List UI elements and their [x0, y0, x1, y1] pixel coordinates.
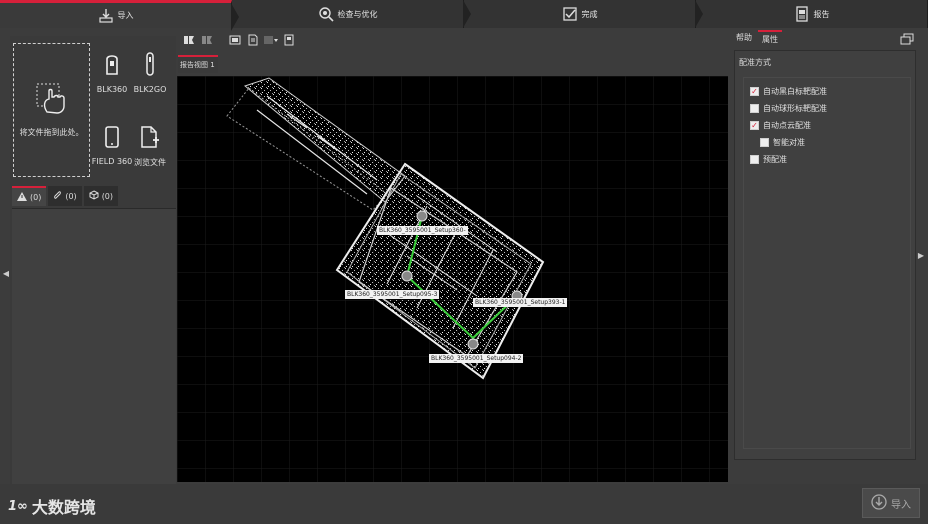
device-label: FIELD 360: [91, 157, 133, 166]
collapse-left-icon[interactable]: ◀: [2, 266, 10, 280]
import-button[interactable]: 导入: [862, 488, 920, 518]
import-panel: 将文件拖到此处。 BLK360 BLK2GO FIELD 360 浏览文件 (0…: [10, 36, 176, 484]
tab-objects[interactable]: (0): [83, 186, 119, 206]
registration-options: ✓ 自动黑白标靶配准 自动球形标靶配准 ✓ 自动点云配准 智能对准 预配准: [743, 77, 911, 449]
add-file-icon: [140, 126, 160, 151]
bottom-bar: [0, 484, 928, 524]
right-tab-bar: 帮助 属性: [732, 30, 782, 48]
report-icon: [794, 6, 810, 22]
import-list: [12, 208, 176, 484]
option-pre-registration[interactable]: 预配准: [750, 154, 787, 165]
blk2go-icon: [144, 52, 156, 79]
checkbox[interactable]: [750, 155, 759, 164]
checkbox[interactable]: [760, 138, 769, 147]
file-dropzone[interactable]: 将文件拖到此处。: [13, 43, 90, 177]
pointcloud-viewer[interactable]: BLK360_3595001_Setup360- BLK360_3595001_…: [177, 76, 728, 482]
option-label: 预配准: [763, 155, 787, 164]
view-alt-icon[interactable]: [200, 33, 214, 47]
option-label: 自动黑白标靶配准: [763, 87, 827, 96]
option-auto-sphere-target[interactable]: 自动球形标靶配准: [750, 103, 827, 114]
device-blk2go-button[interactable]: BLK2GO: [130, 52, 170, 94]
device-blk360-button[interactable]: BLK360: [92, 52, 132, 94]
tab-count: (0): [101, 191, 114, 201]
device-label: BLK360: [96, 85, 128, 94]
workflow-step-inspect[interactable]: 检查与优化: [232, 0, 471, 28]
tab-warnings[interactable]: (0): [12, 186, 47, 206]
option-auto-bw-target[interactable]: ✓ 自动黑白标靶配准: [750, 86, 827, 97]
device-label: 浏览文件: [134, 158, 166, 167]
inspect-icon: [318, 6, 334, 22]
viewer-tab-label: 报告视图 1: [180, 61, 215, 69]
import-icon: [98, 8, 114, 24]
tab-count: (0): [30, 192, 42, 202]
finish-icon: [562, 6, 578, 22]
tablet-icon: [104, 126, 120, 151]
view-icon[interactable]: [182, 33, 196, 47]
checkbox[interactable]: [750, 104, 759, 113]
scan-label[interactable]: BLK360_3595001_Setup095-3: [345, 290, 440, 299]
import-button-label: 导入: [891, 499, 911, 511]
app-window: 导入 检查与优化 完成 报告 将文件拖到此处。 BLK360 BLK2GO FI…: [0, 0, 928, 524]
warning-icon: [17, 191, 27, 203]
viewer-toolbar: [176, 30, 728, 50]
option-smart-align[interactable]: 智能对准: [760, 137, 805, 148]
watermark: 1∞ 大数跨境: [8, 494, 96, 518]
drag-hand-icon: [35, 82, 69, 119]
tab-help[interactable]: 帮助: [732, 30, 756, 48]
restore-window-icon[interactable]: [898, 31, 916, 47]
workflow-step-finish[interactable]: 完成: [464, 0, 703, 28]
left-tab-bar: (0) (0) (0): [12, 186, 176, 206]
dropzone-label: 将文件拖到此处。: [19, 128, 84, 137]
workflow-step-report[interactable]: 报告: [696, 0, 928, 28]
section-title: 配准方式: [739, 58, 771, 67]
device-field360-button[interactable]: FIELD 360: [92, 126, 132, 166]
workflow-step-label: 报告: [813, 9, 830, 19]
bookmark-icon[interactable]: [282, 33, 296, 47]
workflow-step-label: 导入: [117, 11, 134, 20]
document-icon[interactable]: [246, 33, 260, 47]
properties-panel: 帮助 属性 配准方式 ✓ 自动黑白标靶配准 自动球形标靶配准 ✓ 自动点云配准: [730, 30, 920, 484]
checkbox[interactable]: ✓: [750, 121, 759, 130]
browse-files-button[interactable]: 浏览文件: [130, 126, 170, 168]
blk360-icon: [104, 52, 120, 79]
tab-count: (0): [65, 191, 77, 201]
checkbox[interactable]: ✓: [750, 87, 759, 96]
watermark-text: 大数跨境: [31, 498, 96, 517]
pointcloud-canvas[interactable]: [177, 76, 728, 482]
workflow-step-label: 完成: [581, 9, 598, 19]
scan-label[interactable]: BLK360_3595001_Setup094-2: [429, 354, 524, 363]
option-label: 自动点云配准: [763, 121, 811, 130]
option-auto-cloud[interactable]: ✓ 自动点云配准: [750, 120, 811, 131]
properties-body: 配准方式 ✓ 自动黑白标靶配准 自动球形标靶配准 ✓ 自动点云配准 智能对准 预…: [734, 50, 916, 460]
scan-label[interactable]: BLK360_3595001_Setup393-1: [473, 298, 568, 307]
color-picker-icon[interactable]: [264, 33, 278, 47]
watermark-logo: 1∞: [8, 498, 28, 514]
scan-label[interactable]: BLK360_3595001_Setup360-: [377, 226, 468, 235]
workflow-step-label: 检查与优化: [337, 9, 378, 19]
tab-properties[interactable]: 属性: [758, 30, 782, 48]
cube-icon: [89, 190, 99, 202]
option-label: 智能对准: [773, 138, 805, 147]
grid-icon[interactable]: [228, 33, 242, 47]
option-label: 自动球形标靶配准: [763, 104, 827, 113]
device-label: BLK2GO: [133, 85, 167, 94]
workflow-bar: 导入 检查与优化 完成 报告: [0, 0, 928, 31]
tab-attachments[interactable]: (0): [48, 186, 82, 206]
workflow-step-import[interactable]: 导入: [0, 0, 239, 31]
tab-report-view[interactable]: 报告视图 1: [178, 55, 218, 73]
download-icon: [871, 493, 887, 513]
attachment-icon: [53, 190, 62, 202]
